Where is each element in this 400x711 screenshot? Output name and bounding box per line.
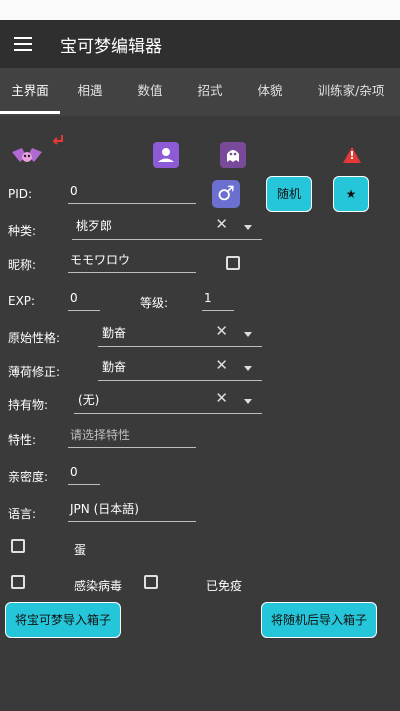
mint-select[interactable]: 勤奋 ✕ — [98, 355, 262, 381]
psychic-type-icon — [153, 142, 179, 168]
star-button[interactable]: ★ — [333, 176, 369, 212]
species-label: 种类: — [8, 224, 37, 238]
app-title: 宝可梦编辑器 — [60, 37, 162, 57]
level-label: 等级: — [140, 296, 169, 310]
clear-icon[interactable]: ✕ — [215, 388, 228, 408]
mint-label: 薄荷修正: — [8, 365, 61, 379]
warning-icon[interactable]: ! — [342, 146, 362, 164]
chevron-down-icon[interactable] — [244, 366, 252, 371]
pokerus-checkbox[interactable] — [11, 575, 25, 589]
chevron-down-icon[interactable] — [244, 332, 252, 337]
clear-icon[interactable]: ✕ — [215, 214, 228, 234]
import-box-random-button[interactable]: 将随机后导入箱子 — [261, 602, 377, 638]
menu-icon[interactable] — [14, 37, 32, 51]
language-label: 语言: — [8, 507, 37, 521]
pid-label: PID: — [8, 187, 33, 201]
exp-input[interactable]: 0 — [68, 289, 100, 311]
tab-appearance[interactable]: 体貌 — [242, 68, 298, 116]
exp-label: EXP: — [8, 294, 36, 308]
import-box-button[interactable]: 将宝可梦导入箱子 — [5, 602, 121, 638]
immune-label: 已免疫 — [206, 579, 243, 593]
main-panel: ! PID: 0 ♂ 随机 ★ 种类: 桃歹郎 ✕ 昵称: モモワロウ EXP:… — [0, 116, 400, 711]
egg-label: 蛋 — [74, 543, 87, 557]
ability-label: 特性: — [8, 433, 37, 447]
app-window: 宝可梦编辑器 主界面 相遇 数值 招式 体貌 训练家/杂项 ! PID: 0 ♂… — [0, 20, 400, 711]
nature-value: 勤奋 — [102, 326, 127, 340]
species-value: 桃歹郎 — [76, 219, 113, 233]
nickname-checkbox[interactable] — [226, 256, 240, 270]
tab-main[interactable]: 主界面 — [0, 68, 60, 116]
nature-label: 原始性格: — [8, 331, 61, 345]
clear-icon[interactable]: ✕ — [215, 355, 228, 375]
tab-encounter[interactable]: 相遇 — [62, 68, 118, 116]
nickname-label: 昵称: — [8, 258, 37, 272]
mint-value: 勤奋 — [102, 360, 127, 374]
nickname-input[interactable]: モモワロウ — [68, 251, 196, 273]
held-item-label: 持有物: — [8, 398, 49, 412]
egg-checkbox[interactable] — [11, 539, 25, 553]
chevron-down-icon[interactable] — [244, 399, 252, 404]
ghost-type-icon — [220, 142, 246, 168]
tab-moves[interactable]: 招式 — [182, 68, 238, 116]
app-bar: 宝可梦编辑器 — [0, 20, 400, 68]
shiny-arrow-icon[interactable] — [52, 134, 66, 146]
language-input[interactable]: JPN (日本語) — [68, 500, 196, 522]
held-item-value: (无) — [78, 393, 100, 407]
clear-icon[interactable]: ✕ — [215, 321, 228, 341]
nature-select[interactable]: 勤奋 ✕ — [98, 321, 262, 347]
male-icon[interactable]: ♂ — [212, 180, 240, 208]
species-select[interactable]: 桃歹郎 ✕ — [72, 214, 262, 240]
tab-trainer-misc[interactable]: 训练家/杂项 — [302, 68, 400, 116]
pokemon-sprite-icon — [12, 148, 42, 162]
pid-input[interactable]: 0 — [68, 182, 196, 204]
held-item-select[interactable]: (无) ✕ — [74, 388, 262, 414]
immune-checkbox[interactable] — [144, 575, 158, 589]
chevron-down-icon[interactable] — [244, 225, 252, 230]
ability-input[interactable]: 请选择特性 — [68, 426, 196, 448]
tab-bar: 主界面 相遇 数值 招式 体貌 训练家/杂项 — [0, 68, 400, 116]
friendship-label: 亲密度: — [8, 470, 49, 484]
level-input[interactable]: 1 — [202, 289, 234, 311]
friendship-input[interactable]: 0 — [68, 463, 100, 485]
random-button[interactable]: 随机 — [266, 176, 312, 212]
tab-indicator — [0, 111, 60, 114]
tab-stats[interactable]: 数值 — [122, 68, 178, 116]
pokerus-label: 感染病毒 — [74, 579, 123, 593]
